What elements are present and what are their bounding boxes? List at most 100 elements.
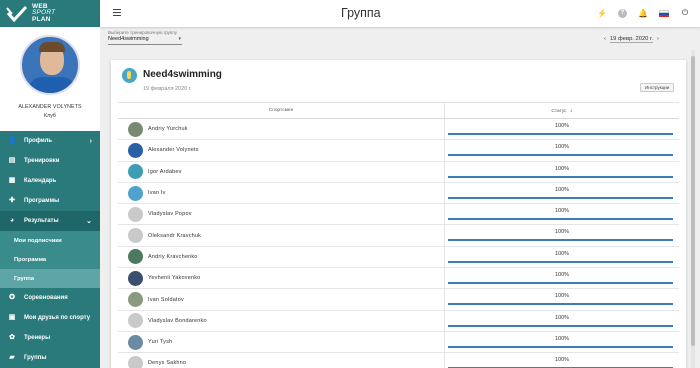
sidebar-item-trainings[interactable]: ▤ Тренировки <box>0 151 100 171</box>
athlete-avatar <box>128 185 143 201</box>
sidebar-item-groups[interactable]: ▰ Группы <box>0 348 100 368</box>
table-row[interactable]: Oleksandr Kravchuk 100% <box>118 225 679 247</box>
sidebar-item-coaches[interactable]: ✿ Тренеры <box>0 328 100 348</box>
athlete-avatar <box>128 292 143 308</box>
athlete-name[interactable]: Ivan Iv <box>148 190 166 196</box>
athlete-cell: Vladyslav Bondarenko <box>118 310 445 331</box>
athlete-cell: Denys Sakhno <box>118 353 445 368</box>
athlete-name[interactable]: Yuri Tysh <box>148 339 172 345</box>
sidebar-subitem-group[interactable]: Группа <box>0 269 100 288</box>
bell-icon[interactable]: 🔔 <box>638 9 648 18</box>
progress-fill <box>448 260 673 263</box>
progress-fill <box>448 239 673 242</box>
athlete-cell: Alexander Volynets <box>118 140 445 161</box>
table-row[interactable]: Ivan Iv 100% <box>118 182 679 205</box>
athlete-name[interactable]: Vladyslav Popov <box>148 211 192 217</box>
status-percent: 100% <box>554 229 570 236</box>
progress-bar <box>448 133 673 135</box>
logo-check-icon <box>6 5 28 22</box>
logo[interactable]: WEB SPORT PLAN <box>0 0 100 27</box>
date-field[interactable]: 19 февр. 2020 г. <box>609 36 654 43</box>
athlete-avatar <box>128 206 143 222</box>
status-percent: 100% <box>554 357 570 364</box>
progress-fill <box>448 154 673 157</box>
table-row[interactable]: Yuri Tysh 100% <box>118 331 679 354</box>
user-icon: 👤 <box>8 137 17 144</box>
athletes-table: Спортсмен Статус ↓ Andriy Yurchuk 100% Alex… <box>118 102 679 368</box>
group-select[interactable]: Need4swimming ▾ <box>108 36 182 45</box>
athlete-cell: Andriy Kravchenko <box>118 246 445 268</box>
chevron-right-icon: › <box>89 137 92 145</box>
page-title: Группа <box>341 6 381 20</box>
athlete-cell: Yuri Tysh <box>118 331 445 353</box>
table-row[interactable]: Denys Sakhno 100% <box>118 353 679 368</box>
table-row[interactable]: Ivan Soldatov 100% <box>118 289 679 311</box>
athlete-name[interactable]: Oleksandr Kravchuk <box>148 233 201 239</box>
help-icon[interactable]: ? <box>618 8 627 18</box>
profile-name: ALEXANDER VOLYNETS <box>18 104 82 110</box>
sidebar-item-programs[interactable]: ✚ Программы <box>0 191 100 211</box>
athlete-avatar <box>128 355 143 368</box>
sidebar-item-results[interactable]: ◕ Результаты ⌄ <box>0 211 100 231</box>
athlete-cell: Vladyslav Popov <box>118 204 445 225</box>
sidebar-subitem-subscribers[interactable]: Мои подписчики <box>0 231 100 250</box>
sidebar-subitem-program[interactable]: Программа <box>0 250 100 269</box>
table-row[interactable]: Yevhenii Yakovenko 100% <box>118 268 679 290</box>
instructions-button[interactable]: Инструкции <box>640 83 675 92</box>
group-select-label: Выберите тренировочную группу <box>108 30 178 35</box>
status-cell: 100% <box>445 332 679 352</box>
sidebar-item-friends[interactable]: ▣ Мои друзья по спорту <box>0 308 100 328</box>
column-header-athlete[interactable]: Спортсмен <box>118 103 445 118</box>
status-percent: 100% <box>554 314 570 321</box>
progress-fill <box>448 345 673 348</box>
progress-fill <box>448 324 673 327</box>
progress-fill <box>448 218 673 221</box>
puzzle-icon: ✚ <box>9 197 15 204</box>
athlete-name[interactable]: Yevhenii Yakovenko <box>148 275 200 281</box>
status-cell: 100% <box>445 353 679 368</box>
athlete-name[interactable]: Andriy Kravchenko <box>148 254 198 260</box>
status-cell: 100% <box>445 311 679 331</box>
table-row[interactable]: Alexander Volynets 100% <box>118 140 679 162</box>
athlete-name[interactable]: Igor Ardabev <box>148 169 182 175</box>
status-percent: 100% <box>554 186 570 193</box>
table-row[interactable]: Vladyslav Popov 100% <box>118 204 679 226</box>
status-cell: 100% <box>445 289 679 309</box>
sort-down-icon: ↓ <box>569 108 573 114</box>
table-row[interactable]: Andriy Yurchuk 100% <box>118 119 679 141</box>
progress-bar <box>448 196 673 199</box>
column-header-status[interactable]: Статус ↓ <box>445 103 679 118</box>
sidebar-item-competitions[interactable]: ✪ Соревнования <box>0 288 100 308</box>
athlete-name[interactable]: Andriy Yurchuk <box>148 126 188 132</box>
avatar[interactable] <box>20 35 80 95</box>
athlete-name[interactable]: Denys Sakhno <box>148 360 186 366</box>
athlete-name[interactable]: Alexander Volynets <box>148 147 199 153</box>
next-date-button[interactable]: › <box>657 36 659 43</box>
russian-flag-icon[interactable] <box>659 9 669 17</box>
profile-panel: ALEXANDER VOLYNETS Клуб <box>0 27 100 131</box>
scrollbar-thumb[interactable] <box>691 56 695 346</box>
table-row[interactable]: Igor Ardabev 100% <box>118 161 679 183</box>
table-row[interactable]: Vladyslav Bondarenko 100% <box>118 310 679 332</box>
logo-text: WEB SPORT PLAN <box>32 2 56 23</box>
power-icon[interactable]: ⏻ <box>680 8 690 18</box>
progress-fill <box>448 133 673 135</box>
status-cell: 100% <box>445 247 679 267</box>
table-row[interactable]: Andriy Kravchenko 100% <box>118 246 679 269</box>
sidebar-item-calendar[interactable]: ▦ Календарь <box>0 171 100 191</box>
status-percent: 100% <box>554 250 570 257</box>
status-percent: 100% <box>554 123 570 129</box>
status-cell: 100% <box>445 119 679 139</box>
group-avatar <box>122 68 137 83</box>
status-percent: 100% <box>554 165 570 172</box>
hamburger-menu-icon[interactable] <box>113 9 121 17</box>
progress-bar <box>448 239 673 242</box>
lightning-icon[interactable]: ⚡ <box>597 9 607 18</box>
progress-bar <box>448 218 673 221</box>
sidebar-item-profile[interactable]: 👤 Профиль › <box>0 131 100 151</box>
athlete-avatar <box>128 142 143 158</box>
prev-date-button[interactable]: ‹ <box>604 36 606 43</box>
athlete-name[interactable]: Vladyslav Bondarenko <box>148 318 207 324</box>
athlete-name[interactable]: Ivan Soldatov <box>148 297 184 303</box>
status-percent: 100% <box>554 272 570 279</box>
